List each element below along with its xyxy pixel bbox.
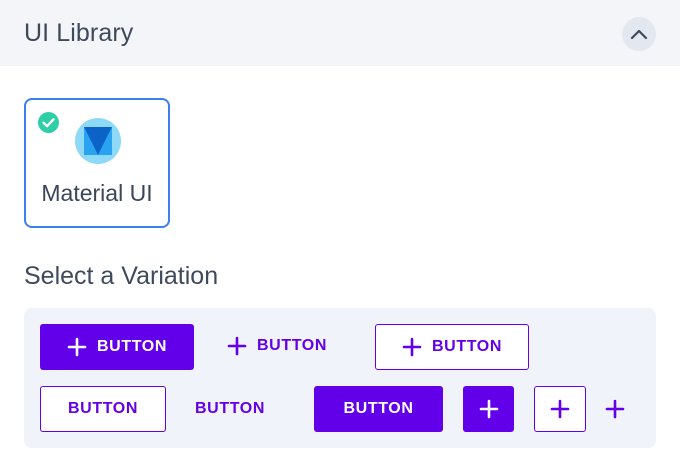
material-ui-logo <box>75 118 121 164</box>
variation-button-label: BUTTON <box>257 337 327 354</box>
plus-icon <box>402 337 422 357</box>
variation-contained-icon-only-button[interactable] <box>463 386 514 432</box>
variation-button-label: BUTTON <box>432 338 502 355</box>
variation-outlined-icon-button[interactable]: BUTTON <box>375 324 529 370</box>
section-header-title: UI Library <box>24 19 134 47</box>
ui-library-header: UI Library <box>0 0 680 66</box>
variation-button-label: BUTTON <box>68 400 138 417</box>
plus-icon <box>479 399 498 419</box>
variation-button-label: BUTTON <box>195 400 265 417</box>
variation-contained-button[interactable]: BUTTON <box>314 386 443 432</box>
variation-text-icon-button[interactable]: BUTTON <box>212 324 342 368</box>
check-circle-icon <box>38 112 59 133</box>
plus-icon <box>67 337 87 357</box>
variation-outlined-icon-only-button[interactable] <box>534 386 586 432</box>
plus-icon <box>227 336 247 356</box>
plus-icon <box>605 399 625 419</box>
variation-text-button[interactable]: BUTTON <box>180 386 280 432</box>
collapse-button[interactable] <box>622 17 656 51</box>
chevron-up-icon <box>630 29 648 40</box>
library-name: Material UI <box>41 180 153 206</box>
variation-contained-icon-button[interactable]: BUTTON <box>40 324 194 370</box>
variation-outlined-button[interactable]: BUTTON <box>40 386 166 432</box>
variation-section-title: Select a Variation <box>24 262 219 290</box>
variation-button-label: BUTTON <box>97 338 167 355</box>
variation-text-icon-only-button[interactable] <box>598 386 632 432</box>
variation-button-label: BUTTON <box>343 400 414 417</box>
library-card-material-ui[interactable]: Material UI <box>24 98 170 228</box>
plus-icon <box>550 399 570 419</box>
